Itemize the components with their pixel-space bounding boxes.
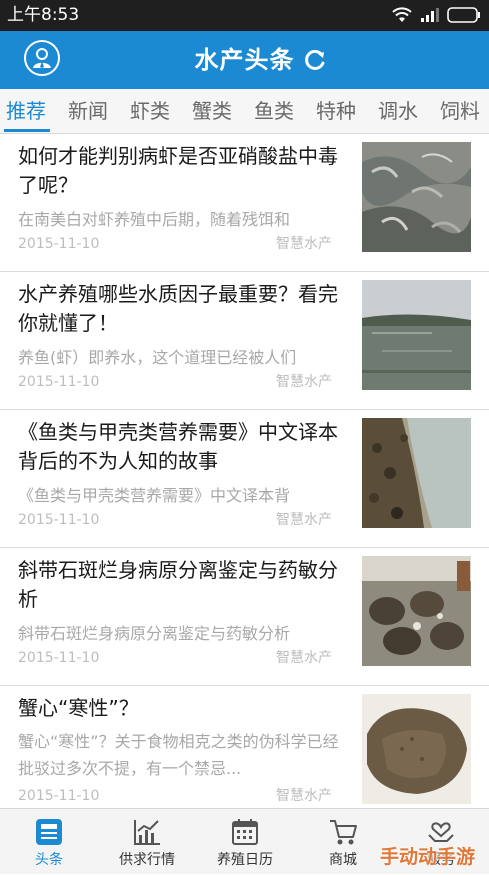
battery-icon	[447, 7, 480, 23]
article-date: 2015-11-10	[18, 236, 100, 252]
article-title: 蟹心“寒性”？	[18, 696, 139, 720]
nav-label: 供求行情	[119, 852, 175, 868]
tab-shrimp[interactable]: 虾类	[130, 97, 170, 125]
article-source: 智慧水产	[276, 512, 332, 528]
article-title: 水产养殖哪些水质因子最重要？看完你就懂了！	[18, 282, 338, 335]
article-date: 2015-11-10	[18, 374, 100, 390]
tab-news[interactable]: 新闻	[68, 97, 108, 125]
article-item[interactable]: 斜带石斑烂身病原分离鉴定与药敏分析 斜带石斑烂身病原分离鉴定与药敏分析 2015…	[0, 548, 489, 686]
nav-calendar[interactable]: 养殖日历	[196, 809, 294, 875]
article-snippet: 蟹心“寒性”？关于食物相克之类的伪科学已经批驳过多次不提，有一个禁忌...	[18, 732, 339, 778]
tab-feed[interactable]: 饲料	[440, 97, 480, 125]
watermark-text: 手动动手游	[380, 846, 476, 868]
tab-water[interactable]: 调水	[378, 97, 418, 125]
app-header: 水产头条	[0, 31, 489, 89]
article-thumbnail-crabs	[362, 556, 471, 666]
tab-crab[interactable]: 蟹类	[192, 97, 232, 125]
category-tabs: 推荐 新闻 虾类 蟹类 鱼类 特种 调水 饲料	[0, 89, 489, 134]
app-title: 水产头条	[194, 46, 295, 74]
tab-special[interactable]: 特种	[316, 97, 356, 125]
chart-icon	[134, 820, 160, 845]
article-thumbnail-shrimp	[362, 142, 471, 252]
article-date: 2015-11-10	[18, 650, 100, 666]
article-source: 智慧水产	[276, 374, 332, 390]
article-item[interactable]: 《鱼类与甲壳类营养需要》中文译本背后的不为人知的故事 《鱼类与甲壳类营养需要》中…	[0, 410, 489, 548]
nav-store[interactable]: 商城	[294, 809, 392, 875]
article-snippet: 斜带石斑烂身病原分离鉴定与药敏分析	[18, 624, 291, 643]
signal-icon	[421, 8, 439, 22]
wifi-icon	[392, 7, 412, 22]
nav-label: 头条	[35, 852, 63, 868]
status-bar: 上午8:53	[0, 0, 489, 31]
tab-fish[interactable]: 鱼类	[254, 97, 294, 125]
article-thumbnail-pond	[362, 280, 471, 390]
article-title: 《鱼类与甲壳类营养需要》中文译本背后的不为人知的故事	[18, 420, 338, 473]
article-source: 智慧水产	[276, 236, 332, 252]
nav-label: 养殖日历	[217, 852, 273, 868]
article-snippet: 养鱼(虾）即养水，这个道理已经被人们	[18, 348, 297, 367]
article-item[interactable]: 蟹心“寒性”？ 蟹心“寒性”？关于食物相克之类的伪科学已经批驳过多次不提，有一个…	[0, 686, 489, 824]
article-source: 智慧水产	[276, 788, 332, 804]
article-item[interactable]: 如何才能判别病虾是否亚硝酸盐中毒了呢？ 在南美白对虾养殖中后期，随着残饵和 20…	[0, 134, 489, 272]
nav-label: 商城	[329, 852, 357, 868]
cart-icon	[330, 820, 357, 845]
article-source: 智慧水产	[276, 650, 332, 666]
status-icons	[391, 5, 481, 25]
article-thumbnail-crab-heart	[362, 694, 471, 804]
article-title: 如何才能判别病虾是否亚硝酸盐中毒了呢？	[18, 144, 338, 197]
refresh-icon[interactable]	[303, 48, 327, 72]
article-thumbnail-shore	[362, 418, 471, 528]
article-date: 2015-11-10	[18, 788, 100, 804]
calendar-icon	[232, 819, 258, 845]
article-title: 斜带石斑烂身病原分离鉴定与药敏分析	[18, 558, 338, 611]
nav-market[interactable]: 供求行情	[98, 809, 196, 875]
article-item[interactable]: 水产养殖哪些水质因子最重要？看完你就懂了！ 养鱼(虾）即养水，这个道理已经被人们…	[0, 272, 489, 410]
article-snippet: 在南美白对虾养殖中后期，随着残饵和	[18, 210, 291, 229]
status-time: 上午8:53	[7, 5, 80, 25]
nav-headlines[interactable]: 头条	[0, 809, 98, 875]
news-icon	[36, 819, 62, 845]
article-snippet: 《鱼类与甲壳类营养需要》中文译本背	[18, 486, 291, 505]
tab-recommended[interactable]: 推荐	[6, 97, 46, 125]
article-date: 2015-11-10	[18, 512, 100, 528]
tab-active-indicator	[4, 129, 50, 132]
